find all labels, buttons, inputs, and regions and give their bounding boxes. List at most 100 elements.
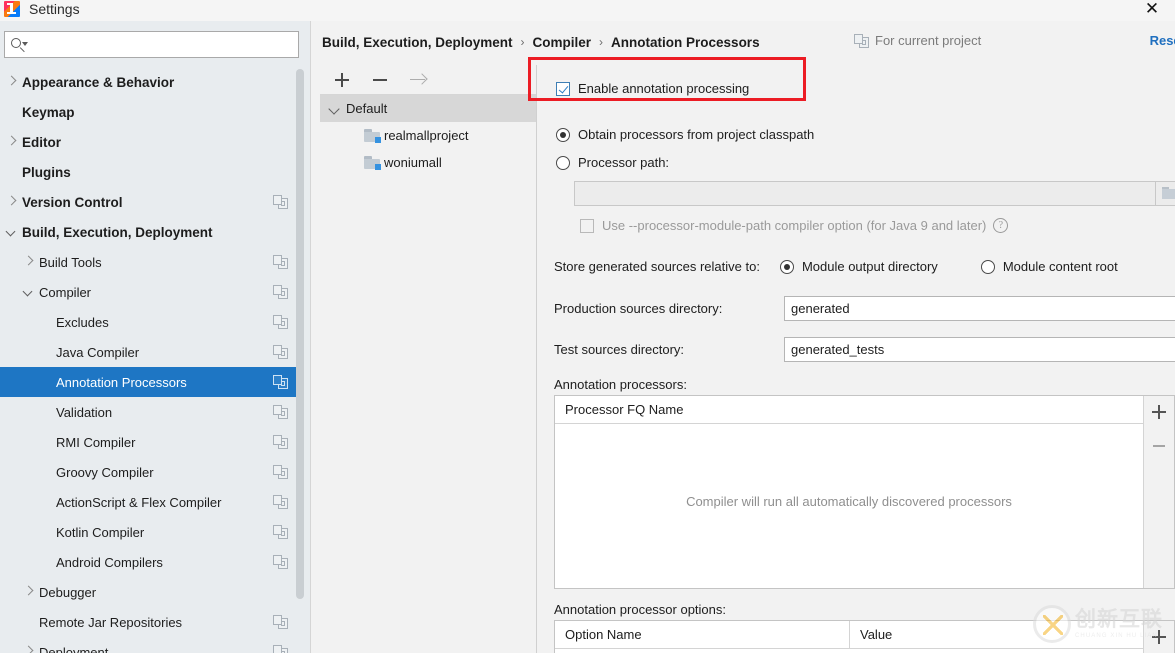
copy-icon bbox=[273, 345, 288, 359]
pane-divider[interactable] bbox=[310, 21, 320, 653]
production-sources-input[interactable]: generated bbox=[784, 296, 1175, 321]
profile-module-list: realmallproject woniumall bbox=[320, 122, 536, 176]
chevron-right-icon[interactable] bbox=[22, 646, 34, 653]
sidebar-item-label: Kotlin Compiler bbox=[56, 525, 273, 540]
obtain-from-classpath-label: Obtain processors from project classpath bbox=[578, 127, 814, 142]
search-input[interactable] bbox=[29, 33, 298, 56]
for-current-project-indicator: For current project bbox=[854, 33, 981, 48]
column-option-value[interactable]: Value bbox=[849, 621, 1144, 648]
breadcrumb-separator: › bbox=[599, 35, 603, 49]
processor-path-radio[interactable] bbox=[556, 156, 570, 170]
store-relative-row: Store generated sources relative to: Mod… bbox=[554, 259, 1118, 274]
copy-icon bbox=[273, 255, 288, 269]
sidebar-item-label: Android Compilers bbox=[56, 555, 273, 570]
enable-annotation-processing-row[interactable]: Enable annotation processing bbox=[556, 81, 749, 96]
sidebar-item-debugger[interactable]: Debugger bbox=[0, 577, 304, 607]
store-module-output-radio[interactable] bbox=[780, 260, 794, 274]
sidebar-item-android-compilers[interactable]: Android Compilers bbox=[0, 547, 304, 577]
profile-row-default[interactable]: Default bbox=[320, 95, 536, 122]
sidebar-item-version-control[interactable]: Version Control bbox=[0, 187, 304, 217]
close-icon[interactable]: ✕ bbox=[1133, 0, 1171, 20]
use-module-path-row[interactable]: Use --processor-module-path compiler opt… bbox=[580, 218, 1008, 233]
sidebar-item-editor[interactable]: Editor bbox=[0, 127, 304, 157]
help-icon[interactable]: ? bbox=[993, 218, 1008, 233]
sidebar-item-rmi-compiler[interactable]: RMI Compiler bbox=[0, 427, 304, 457]
column-processor-fq-name[interactable]: Processor FQ Name bbox=[555, 396, 1144, 423]
processor-path-input[interactable] bbox=[574, 181, 1156, 206]
sidebar-item-kotlin-compiler[interactable]: Kotlin Compiler bbox=[0, 517, 304, 547]
breadcrumb-item[interactable]: Annotation Processors bbox=[611, 35, 760, 50]
profile-module-row[interactable]: woniumall bbox=[320, 149, 536, 176]
sidebar-item-excludes[interactable]: Excludes bbox=[0, 307, 304, 337]
add-option-button[interactable] bbox=[1149, 627, 1169, 647]
move-to-profile-button[interactable] bbox=[408, 70, 428, 90]
chevron-down-icon[interactable] bbox=[22, 286, 34, 298]
sidebar-item-validation[interactable]: Validation bbox=[0, 397, 304, 427]
copy-icon bbox=[273, 465, 288, 479]
sidebar-item-build-tools[interactable]: Build Tools bbox=[0, 247, 304, 277]
sidebar-item-build-execution-deployment[interactable]: Build, Execution, Deployment bbox=[0, 217, 304, 247]
sidebar-item-java-compiler[interactable]: Java Compiler bbox=[0, 337, 304, 367]
obtain-from-classpath-row[interactable]: Obtain processors from project classpath bbox=[556, 127, 814, 142]
copy-icon bbox=[273, 195, 288, 209]
annotation-processor-options-table[interactable]: Option Name Value bbox=[554, 620, 1175, 653]
sidebar-item-label: Deployment bbox=[39, 645, 273, 653]
sidebar-item-label: Groovy Compiler bbox=[56, 465, 273, 480]
store-module-content-radio[interactable] bbox=[981, 260, 995, 274]
profile-module-row[interactable]: realmallproject bbox=[320, 122, 536, 149]
window-title: Settings bbox=[29, 1, 80, 17]
sidebar-item-compiler[interactable]: Compiler bbox=[0, 277, 304, 307]
sidebar-item-remote-jar-repositories[interactable]: Remote Jar Repositories bbox=[0, 607, 304, 637]
column-option-name[interactable]: Option Name bbox=[555, 621, 849, 648]
remove-processor-button[interactable] bbox=[1149, 436, 1169, 456]
processor-path-browse-button[interactable] bbox=[1156, 181, 1175, 206]
settings-tree[interactable]: Appearance & Behavior Keymap Editor Plugins… bbox=[0, 67, 304, 653]
sidebar-item-label: RMI Compiler bbox=[56, 435, 273, 450]
chevron-right-icon[interactable] bbox=[5, 76, 17, 88]
test-sources-input[interactable]: generated_tests bbox=[784, 337, 1175, 362]
copy-icon bbox=[273, 405, 288, 419]
breadcrumb-separator: › bbox=[521, 35, 525, 49]
search-icon bbox=[9, 35, 29, 55]
obtain-from-classpath-radio[interactable] bbox=[556, 128, 570, 142]
profile-module-label: realmallproject bbox=[384, 128, 469, 143]
sidebar-item-plugins[interactable]: Plugins bbox=[0, 157, 304, 187]
processors-table-buttons bbox=[1143, 396, 1174, 588]
profile-label: Default bbox=[346, 101, 387, 116]
sidebar-item-label: Keymap bbox=[22, 105, 304, 120]
store-relative-label: Store generated sources relative to: bbox=[554, 259, 760, 274]
search-box[interactable] bbox=[4, 31, 299, 58]
breadcrumb-item[interactable]: Compiler bbox=[533, 35, 592, 50]
breadcrumb-item[interactable]: Build, Execution, Deployment bbox=[322, 35, 513, 50]
sidebar-scrollbar-thumb[interactable] bbox=[296, 69, 304, 599]
use-module-path-checkbox[interactable] bbox=[580, 219, 594, 233]
annotation-processors-table[interactable]: Processor FQ Name Compiler will run all … bbox=[554, 395, 1175, 589]
remove-profile-button[interactable] bbox=[370, 70, 390, 90]
copy-icon bbox=[273, 495, 288, 509]
profile-module-label: woniumall bbox=[384, 155, 442, 170]
sidebar-item-appearance-behavior[interactable]: Appearance & Behavior bbox=[0, 67, 304, 97]
sidebar-item-groovy-compiler[interactable]: Groovy Compiler bbox=[0, 457, 304, 487]
sidebar-item-label: Build, Execution, Deployment bbox=[22, 225, 304, 240]
chevron-down-icon[interactable] bbox=[5, 226, 17, 238]
sidebar-scrollbar[interactable] bbox=[296, 69, 304, 639]
chevron-right-icon[interactable] bbox=[22, 586, 34, 598]
processor-path-row[interactable]: Processor path: bbox=[556, 155, 669, 170]
sidebar-item-annotation-processors[interactable]: Annotation Processors bbox=[0, 367, 304, 397]
sidebar-item-actionscript-flex-compiler[interactable]: ActionScript & Flex Compiler bbox=[0, 487, 304, 517]
sidebar-item-label: Plugins bbox=[22, 165, 304, 180]
enable-annotation-processing-checkbox[interactable] bbox=[556, 82, 570, 96]
chevron-right-icon[interactable] bbox=[22, 256, 34, 268]
sidebar-item-keymap[interactable]: Keymap bbox=[0, 97, 304, 127]
reset-link[interactable]: Reset bbox=[1150, 33, 1175, 48]
copy-icon bbox=[273, 435, 288, 449]
settings-sidebar: Appearance & Behavior Keymap Editor Plugins… bbox=[0, 21, 310, 653]
settings-detail-pane: Build, Execution, Deployment › Compiler › An… bbox=[320, 21, 1175, 653]
processor-path-field-row[interactable] bbox=[574, 181, 1175, 206]
sidebar-item-deployment[interactable]: Deployment bbox=[0, 637, 304, 653]
test-sources-label: Test sources directory: bbox=[554, 342, 784, 357]
chevron-right-icon[interactable] bbox=[5, 196, 17, 208]
chevron-right-icon[interactable] bbox=[5, 136, 17, 148]
add-profile-button[interactable] bbox=[332, 70, 352, 90]
add-processor-button[interactable] bbox=[1149, 402, 1169, 422]
